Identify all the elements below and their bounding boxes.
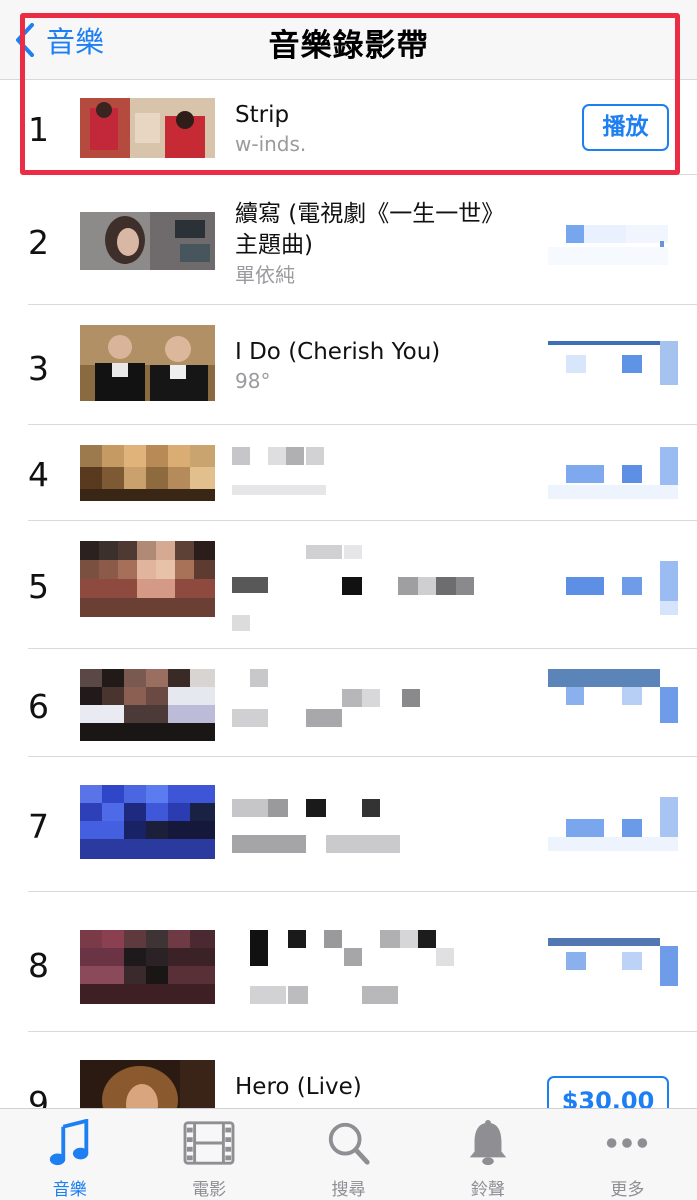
rank-number: 7 [28, 807, 49, 846]
price-button-obscured[interactable] [548, 561, 678, 631]
tab-search[interactable]: 搜尋 [279, 1109, 418, 1200]
video-title-obscured [232, 447, 332, 497]
tab-label: 音樂 [52, 1180, 87, 1200]
video-title-obscured [232, 669, 482, 729]
video-thumbnail[interactable] [80, 669, 215, 741]
video-title-obscured [232, 543, 482, 633]
list-item[interactable]: 6 [0, 649, 697, 757]
rank-number: 5 [28, 567, 49, 606]
tab-movies[interactable]: 電影 [139, 1109, 278, 1200]
tab-ringtones[interactable]: 鈴聲 [418, 1109, 557, 1200]
list-item[interactable]: 4 [0, 425, 697, 521]
list-item[interactable]: 8 [0, 892, 697, 1032]
navigation-bar: 音樂 音樂錄影帶 [0, 0, 697, 80]
video-thumbnail[interactable] [80, 930, 215, 1004]
video-thumbnail[interactable] [80, 1060, 215, 1108]
tab-label: 鈴聲 [470, 1180, 505, 1200]
tab-bar: 音樂 電影 搜尋 鈴聲 更多 [0, 1108, 697, 1200]
buy-price-button[interactable]: $30.00 [547, 1076, 669, 1108]
video-title: I Do (Cherish You) [235, 339, 441, 365]
play-button[interactable]: 播放 [582, 104, 669, 151]
list-item[interactable]: 7 [0, 757, 697, 892]
video-thumbnail[interactable] [80, 785, 215, 859]
rank-number: 4 [28, 455, 49, 494]
tab-music[interactable]: 音樂 [0, 1109, 139, 1200]
list-item[interactable]: 2 續寫 (電視劇《一生一世》主題曲) 單依純 [0, 175, 697, 305]
video-thumbnail[interactable] [80, 325, 215, 401]
search-icon [328, 1122, 370, 1165]
rank-number: 8 [28, 946, 49, 985]
artist-name: 單依純 [235, 263, 295, 287]
tab-more[interactable]: 更多 [558, 1109, 697, 1200]
artist-name: 98° [235, 369, 271, 393]
price-button-obscured[interactable] [548, 669, 678, 729]
rank-number: 1 [28, 110, 49, 149]
price-button-obscured[interactable] [548, 341, 678, 391]
video-title: Strip [235, 102, 290, 128]
price-button-obscured[interactable] [548, 219, 678, 269]
music-note-icon [49, 1119, 88, 1166]
page-title: 音樂錄影帶 [268, 28, 429, 64]
list-item[interactable]: 9 Hero (Live) $30.00 [0, 1032, 697, 1108]
video-title: 續寫 (電視劇《一生一世》主題曲) [235, 201, 505, 258]
price-button-obscured[interactable] [548, 445, 678, 505]
video-title-obscured [232, 799, 432, 859]
rank-number: 9 [28, 1084, 49, 1108]
rank-number: 2 [28, 223, 49, 262]
more-icon [607, 1138, 648, 1148]
video-thumbnail[interactable] [80, 445, 215, 501]
list-item[interactable]: 3 I Do (Cherish You) 98° [0, 305, 697, 425]
price-button-obscured[interactable] [548, 938, 678, 998]
video-thumbnail[interactable] [80, 98, 215, 158]
tab-label: 搜尋 [331, 1180, 366, 1200]
video-title: Hero (Live) [235, 1074, 362, 1100]
tab-label: 電影 [192, 1180, 227, 1200]
film-icon [183, 1121, 235, 1165]
artist-name: w-inds. [235, 132, 307, 156]
video-thumbnail[interactable] [80, 212, 215, 270]
video-thumbnail[interactable] [80, 541, 215, 617]
list-item[interactable]: 5 [0, 521, 697, 649]
list-item[interactable]: 1 Strip w-inds. 播放 [0, 80, 697, 175]
video-title-obscured [232, 922, 462, 1012]
rank-number: 3 [28, 349, 49, 388]
rank-number: 6 [28, 687, 49, 726]
price-button-obscured[interactable] [548, 797, 678, 857]
tab-label: 更多 [610, 1180, 645, 1200]
bell-icon [469, 1119, 507, 1166]
